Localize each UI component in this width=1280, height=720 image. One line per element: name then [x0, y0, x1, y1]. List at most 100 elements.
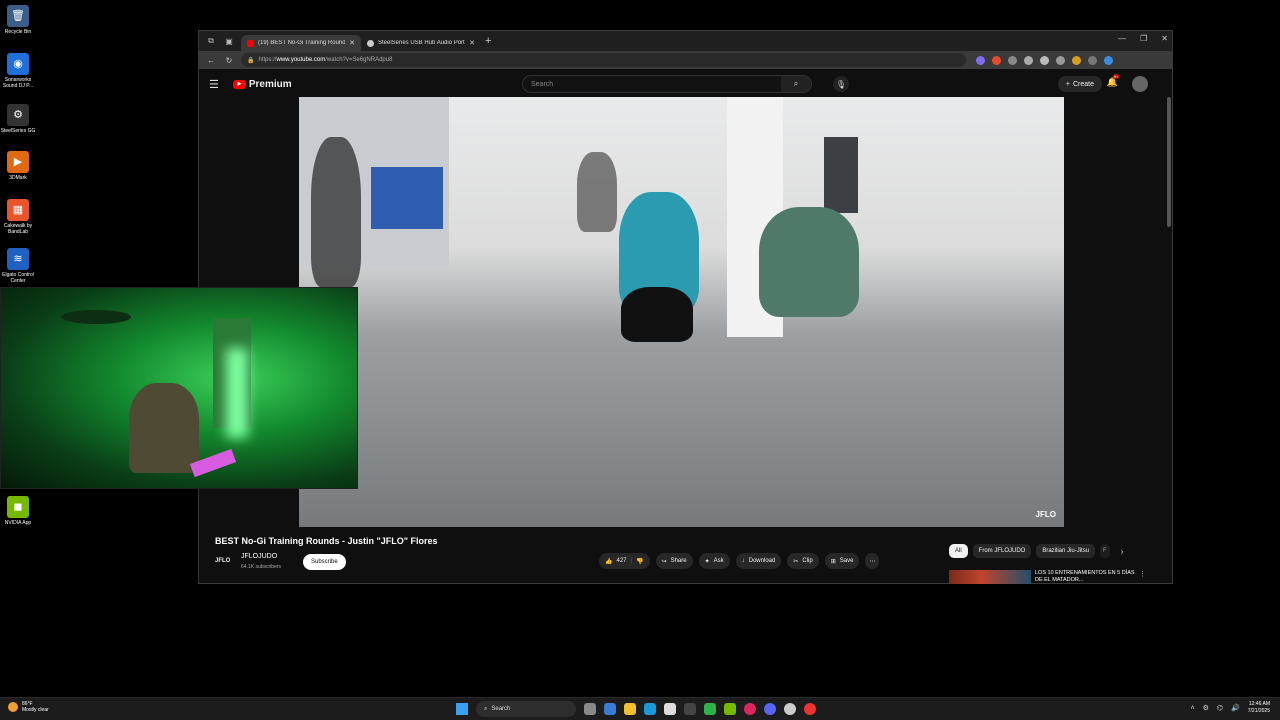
app-icon[interactable]	[704, 703, 716, 715]
minimize-icon[interactable]: —	[1118, 34, 1126, 43]
recommended-video[interactable]: LOS 10 ENTRENAMIENTOS EN 5 DÍAS DE EL MA…	[949, 570, 1146, 584]
more-actions-button[interactable]: ⋯	[865, 553, 880, 569]
new-tab-icon[interactable]: +	[485, 35, 491, 47]
tab-steelseries[interactable]: SteelSeries USB Hub Audio Porta ✕	[361, 35, 481, 51]
page-scrollbar[interactable]	[1167, 97, 1171, 227]
chip-partial[interactable]: F	[1100, 544, 1110, 558]
tab-title: SteelSeries USB Hub Audio Porta	[378, 40, 466, 46]
channel-name[interactable]: JFLOJUDO	[241, 553, 277, 560]
reload-icon[interactable]: ↻	[223, 56, 235, 65]
desktop-icon[interactable]: ◉ Sonarworks Sound DJ P...	[0, 53, 36, 89]
chevron-right-icon[interactable]: ›	[1121, 547, 1124, 556]
chip-all[interactable]: All	[949, 544, 968, 558]
clock[interactable]: 12:46 AM 7/21/2025	[1248, 701, 1270, 715]
workspaces-icon[interactable]: ⧉	[205, 35, 217, 47]
volume-icon[interactable]: 🔊	[1231, 704, 1240, 712]
close-tab-icon[interactable]: ✕	[469, 39, 475, 47]
desktop-icon[interactable]: ⚙ SteelSeries GG	[0, 104, 36, 134]
extensions-puzzle-icon[interactable]	[1008, 55, 1017, 65]
extension-icon[interactable]	[1024, 55, 1033, 65]
chip-from-channel[interactable]: From JFLOJUDO	[972, 544, 1032, 558]
chip-bjj[interactable]: Brazilian Jiu-Jitsu	[1036, 544, 1096, 558]
address-bar[interactable]: 🔒 https://www.youtube.com/watch?v=Se6gNR…	[241, 53, 966, 67]
notification-badge: 9+	[1112, 74, 1120, 79]
maximize-icon[interactable]: ❐	[1140, 34, 1147, 43]
desktop-icon[interactable]: ≋ Elgato Control Center	[0, 248, 36, 284]
video-player[interactable]: JFLO	[299, 97, 1064, 527]
youtube-logo[interactable]: ▶ Premium	[232, 78, 292, 90]
edge-icon[interactable]	[644, 703, 656, 715]
recommended-title[interactable]: LOS 10 ENTRENAMIENTOS EN 5 DÍAS DE EL MA…	[1035, 570, 1135, 584]
background-fighters	[577, 152, 617, 232]
steelseries-favicon-icon	[367, 39, 374, 47]
taskbar-search[interactable]: ⌕ Search	[476, 701, 576, 717]
like-count[interactable]: 427	[616, 558, 626, 564]
search-icon[interactable]: ⌕	[781, 76, 811, 92]
download-button[interactable]: ↓ Download	[735, 553, 782, 569]
download-icon: ↓	[741, 558, 745, 564]
scene-blue-mat	[371, 167, 443, 229]
desktop-app-icon: ◼	[7, 496, 29, 518]
favorites-icon[interactable]	[1056, 55, 1065, 65]
tab-youtube[interactable]: (19) BEST No-Gi Training Rounds ✕	[241, 35, 361, 51]
close-tab-icon[interactable]: ✕	[349, 39, 355, 47]
tab-title: (19) BEST No-Gi Training Rounds	[258, 40, 346, 46]
dislike-icon[interactable]: 👎	[636, 558, 643, 565]
video-thumbnail[interactable]	[949, 570, 1031, 584]
back-icon[interactable]: ←	[205, 56, 217, 65]
profile-icon[interactable]	[1072, 55, 1081, 65]
desktop-icon[interactable]: ▶ 3DMark	[0, 151, 36, 181]
desktop-icon-label: NVIDIA App	[4, 520, 32, 526]
menu-icon[interactable]: ☰	[209, 78, 219, 91]
download-icon[interactable]	[1040, 55, 1049, 65]
kebab-menu-icon[interactable]: ⋮	[1139, 570, 1146, 584]
copilot-icon[interactable]	[1104, 55, 1113, 65]
tab-actions-icon[interactable]: ▣	[223, 35, 235, 47]
nvidia-icon[interactable]	[724, 703, 736, 715]
avatar[interactable]	[1132, 76, 1148, 92]
desktop-icon[interactable]: ◼ NVIDIA App	[0, 496, 36, 526]
file-explorer-icon[interactable]	[624, 703, 636, 715]
desktop-icon-label: Cakewalk by BandLab	[3, 223, 33, 235]
ask-button[interactable]: ✦ Ask	[698, 553, 730, 569]
weather-widget[interactable]: 86°F Mostly clear	[8, 701, 49, 713]
store-icon[interactable]	[664, 703, 676, 715]
subscribe-button[interactable]: Subscribe	[303, 554, 346, 570]
start-icon[interactable]	[456, 703, 468, 715]
date: 7/21/2025	[1247, 708, 1270, 714]
brand-label: Premium	[248, 78, 292, 90]
chevron-up-icon[interactable]: ˄	[1191, 705, 1195, 712]
extension-icon[interactable]	[992, 55, 1001, 65]
clip-button[interactable]: ✂ Clip	[787, 553, 819, 569]
youtube-music-icon[interactable]	[744, 703, 756, 715]
desktop-icon[interactable]: 🗑 Recycle Bin	[0, 5, 36, 35]
extensions-bar	[976, 55, 1113, 65]
more-menu-icon[interactable]	[1088, 55, 1097, 65]
channel-avatar[interactable]: JFLO	[215, 554, 235, 568]
terminal-icon[interactable]	[684, 703, 696, 715]
steelseries-icon[interactable]	[784, 703, 796, 715]
desktop-icon-label: Elgato Control Center	[2, 272, 34, 284]
desktop-icon[interactable]: ▦ Cakewalk by BandLab	[0, 199, 36, 235]
close-window-icon[interactable]: ✕	[1161, 34, 1168, 43]
play-logo-icon: ▶	[232, 79, 246, 89]
share-button[interactable]: ↪ Share	[655, 553, 693, 569]
scene-door	[824, 137, 858, 213]
lock-icon: 🔒	[247, 57, 255, 64]
discord-icon[interactable]	[764, 703, 776, 715]
copilot-icon[interactable]	[604, 703, 616, 715]
desktop-app-icon: ≋	[7, 248, 29, 270]
obs-icon[interactable]	[804, 703, 816, 715]
save-button[interactable]: ⊞ Save	[824, 553, 860, 569]
search-input[interactable]: Search ⌕	[522, 75, 812, 93]
microphone-icon[interactable]: 🎙	[833, 76, 849, 92]
extension-icon[interactable]	[976, 55, 985, 65]
create-button[interactable]: + Create	[1057, 76, 1102, 92]
notifications-bell-icon[interactable]: 🔔 9+	[1107, 74, 1120, 88]
more-icon: ⋯	[869, 558, 876, 565]
network-icon[interactable]: ⌬	[1217, 704, 1223, 712]
task-view-icon[interactable]	[584, 703, 596, 715]
tray-app-icon[interactable]: ⚙	[1203, 704, 1209, 712]
desktop-app-icon: ▶	[7, 151, 29, 173]
like-icon[interactable]: 👍	[605, 558, 612, 565]
